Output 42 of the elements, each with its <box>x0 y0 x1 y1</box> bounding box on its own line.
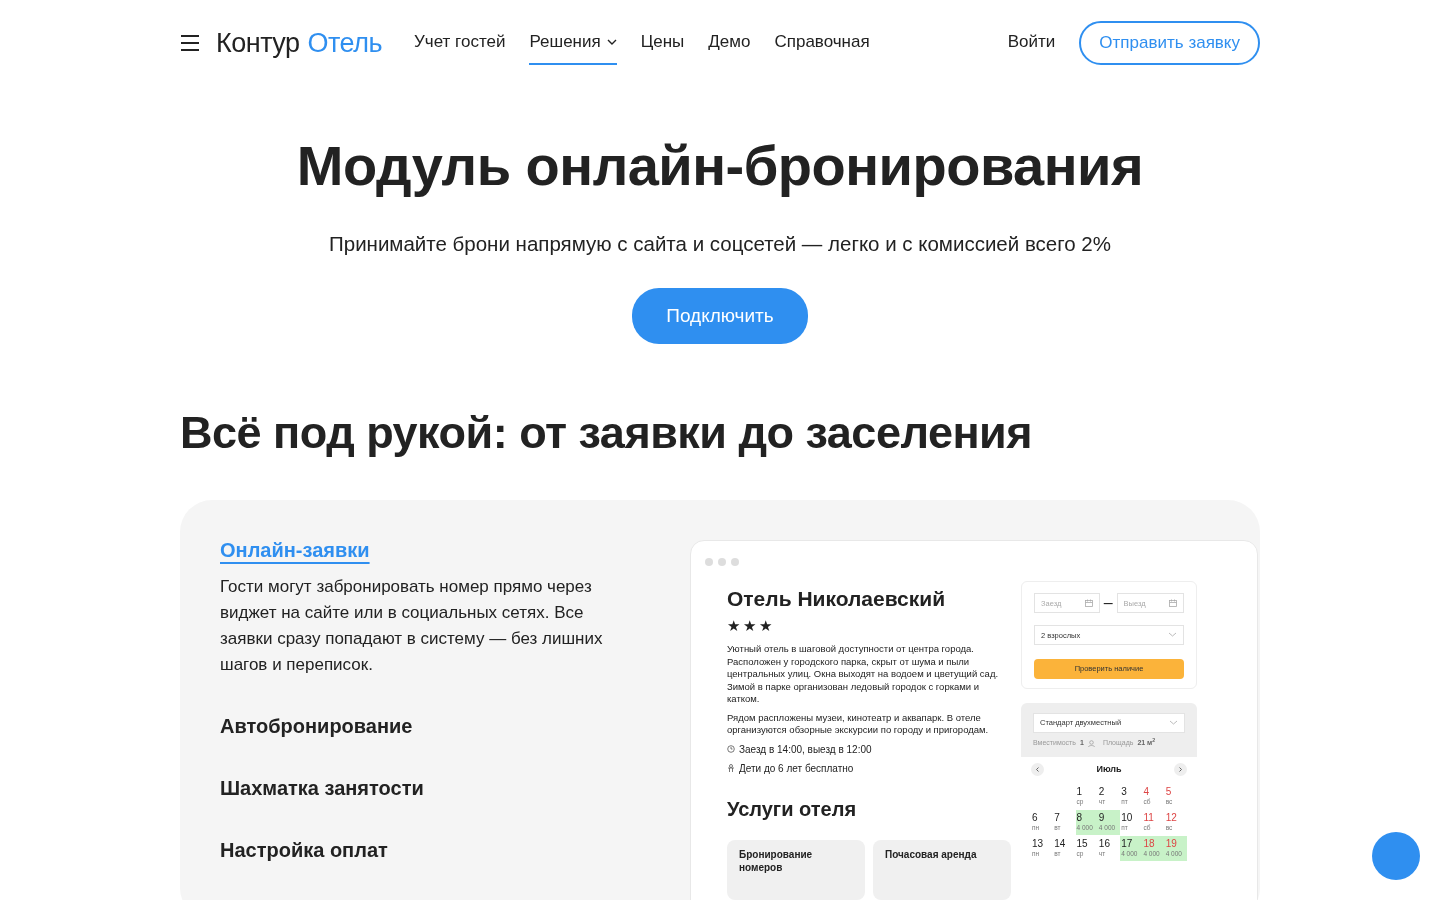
nav-link[interactable]: Демо <box>708 21 751 65</box>
star-icon: ★ <box>759 614 772 638</box>
info-text: Заезд в 14:00, выезд в 12:00 <box>739 742 872 757</box>
feature-tab[interactable]: Автобронирование <box>220 714 413 739</box>
services-title: Услуги отеля <box>727 796 858 822</box>
hotel-description: Рядом распложены музеи, кинотеатр и аквапарк. В отеле организуются обзорные экскурсии по городу и пригородам. <box>727 711 990 737</box>
chevron-icon <box>1169 720 1178 727</box>
subtitle: Принимайте брони напрямую с сайта и соцсетей — легко и с комиссией всего 2% <box>328 231 1112 258</box>
logo[interactable]: Контур Отель <box>216 22 383 64</box>
month-label: Июль <box>1096 762 1122 776</box>
hotel-name: Отель Николаевский <box>727 586 947 613</box>
info-text: Дети до 6 лет бесплатно <box>739 761 854 776</box>
window-dot <box>731 558 739 567</box>
chevron-icon <box>1168 632 1177 639</box>
nav-link[interactable]: Цены <box>640 21 685 65</box>
person-icon <box>1087 739 1095 747</box>
nav-link[interactable]: Справочная <box>774 21 870 65</box>
page-title: Модуль онлайн-бронирования <box>295 133 1145 199</box>
previous-icon <box>1031 762 1044 776</box>
nav-link[interactable]: Решения <box>529 21 617 65</box>
window-dot <box>718 558 726 567</box>
service-card: Почасовая аренда <box>873 839 1011 900</box>
nav-link[interactable]: Учет гостей <box>414 21 506 65</box>
menu-icon[interactable] <box>180 34 200 52</box>
star-icon: ★ <box>727 614 740 638</box>
child-icon <box>727 764 735 773</box>
star-icon: ★ <box>743 614 756 638</box>
clock-icon <box>727 745 735 754</box>
section-title: Всё под рукой: от заявки до заселения <box>180 406 1034 461</box>
hotel-description: Уютный отель в шаговой доступности от центра города. Расположен у городского парка, скрыт от шума и пыли центральных улиц. Окна выходят на водоем и цветущий сад. Зимой в парке организован ледовый городок с горками и катком. <box>727 643 1000 706</box>
dash: – <box>1103 593 1113 614</box>
feature-tab[interactable]: Настройка оплат <box>220 838 388 863</box>
window-dot <box>705 558 713 567</box>
service-card: Бронирование номеров <box>727 839 865 900</box>
next-icon <box>1174 762 1187 776</box>
feature-text: Гости могут забронировать номер прямо через виджет на сайте или в социальных сетях. Все заявки сразу попадают в систему — без лишних шагов и переписок. <box>220 576 604 677</box>
calendar-icon <box>1169 599 1177 608</box>
feature-tab[interactable]: Шахматка занятости <box>220 776 424 801</box>
login-link[interactable]: Войти <box>1007 21 1056 65</box>
calendar-icon <box>1084 599 1093 608</box>
chat-button[interactable] <box>1372 832 1420 880</box>
chevron-icon <box>606 38 617 46</box>
